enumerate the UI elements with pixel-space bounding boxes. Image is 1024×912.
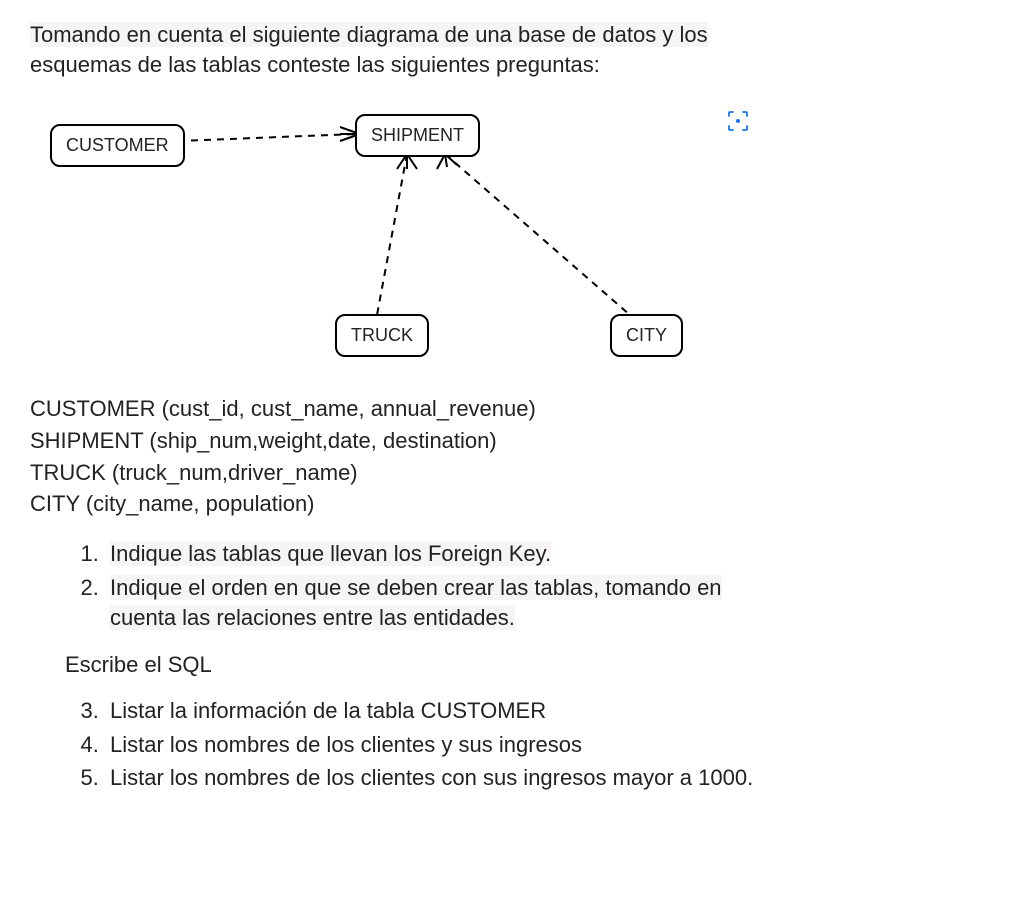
schema-shipment: SHIPMENT (ship_num,weight,date, destinat… [30, 426, 994, 456]
schema-truck: TRUCK (truck_num,driver_name) [30, 458, 994, 488]
questions-list: Indique las tablas que llevan los Foreig… [30, 539, 994, 632]
entity-city: CITY [610, 314, 683, 356]
entity-label: CUSTOMER [66, 135, 169, 155]
entity-truck: TRUCK [335, 314, 429, 356]
sql-heading: Escribe el SQL [65, 650, 994, 680]
question-4: Listar los nombres de los clientes y sus… [105, 730, 994, 760]
question-2: Indique el orden en que se deben crear l… [105, 573, 994, 632]
entity-label: SHIPMENT [371, 125, 464, 145]
question-1: Indique las tablas que llevan los Foreig… [105, 539, 994, 569]
visual-search-icon[interactable] [726, 109, 750, 133]
er-diagram: CUSTOMER SHIPMENT TRUCK CITY [40, 99, 760, 379]
entity-label: TRUCK [351, 325, 413, 345]
question-1-text: Indique las tablas que llevan los Foreig… [110, 541, 551, 566]
intro-line-2: esquemas de las tablas conteste las sigu… [30, 52, 600, 77]
schema-city: CITY (city_name, population) [30, 489, 994, 519]
question-2-line2: cuenta las relaciones entre las entidade… [110, 605, 515, 630]
sql-questions-list: Listar la información de la tabla CUSTOM… [30, 696, 994, 793]
question-2-line1: Indique el orden en que se deben crear l… [110, 575, 722, 600]
intro-line-1: Tomando en cuenta el siguiente diagrama … [30, 22, 708, 47]
schema-customer: CUSTOMER (cust_id, cust_name, annual_rev… [30, 394, 994, 424]
entity-label: CITY [626, 325, 667, 345]
question-5: Listar los nombres de los clientes con s… [105, 763, 994, 793]
entity-shipment: SHIPMENT [355, 114, 480, 156]
entity-customer: CUSTOMER [50, 124, 185, 166]
table-schemas: CUSTOMER (cust_id, cust_name, annual_rev… [30, 394, 994, 519]
question-3: Listar la información de la tabla CUSTOM… [105, 696, 994, 726]
intro-paragraph: Tomando en cuenta el siguiente diagrama … [30, 20, 994, 79]
